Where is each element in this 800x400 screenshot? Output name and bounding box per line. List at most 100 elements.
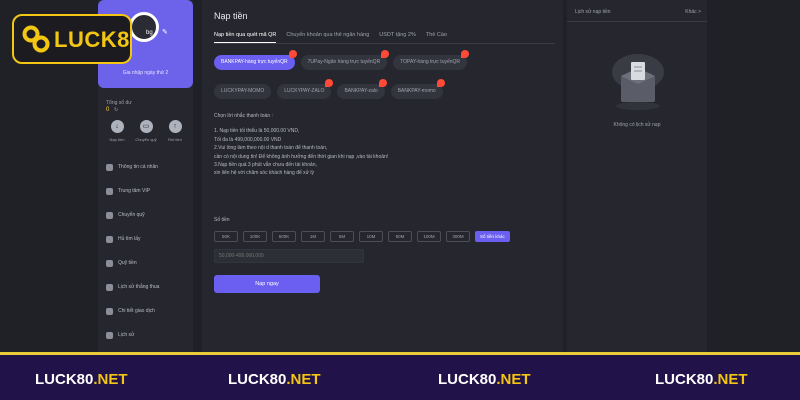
domain-tld: .NET <box>93 371 128 388</box>
refund-icon <box>106 235 113 243</box>
pay-methods-row-1: BANKPAY-hàng trực tuyếnQR 7UPay-Ngân hàn… <box>214 50 470 70</box>
menu-item-vip[interactable]: Trung tâm VIP <box>98 179 193 203</box>
note-line: xin liên hệ với chăm sóc khách hàng để x… <box>214 170 315 177</box>
tab-card[interactable]: Thẻ Cào <box>426 32 447 43</box>
history-header: Lịch sử nạp tiền Khác > <box>567 0 707 22</box>
menu-item-label: Lịch sử <box>118 332 135 338</box>
amount-other-button[interactable]: Số tiền khác <box>475 231 510 242</box>
balance-label: Tổng số dư <box>106 100 132 106</box>
note-line: cần có nội dung tin! Để không ảnh hưởng … <box>214 153 389 160</box>
menu-item-profile[interactable]: Thông tin cá nhân <box>98 155 193 179</box>
account-menu: Thông tin cá nhân Trung tâm VIP Chuyển q… <box>98 155 193 347</box>
note-line: 2.Vui lòng làm theo nội d thanh toán để … <box>214 145 328 152</box>
menu-item-label: Quỹ tiền <box>118 260 137 266</box>
hot-badge-icon <box>378 79 387 87</box>
amount-option[interactable]: 100M <box>417 231 441 242</box>
payment-notes: Chọn lời nhắc thanh toán : 1. Nạp tiền t… <box>214 112 388 178</box>
profile-join-days: Gia nhập ngày thứ 2 <box>122 70 169 76</box>
amount-option[interactable]: 50K <box>214 231 238 242</box>
edit-icon[interactable]: ✎ <box>162 28 168 36</box>
refresh-icon[interactable]: ↻ <box>114 107 118 113</box>
pay-method-button[interactable]: TOPAY-hàng trực tuyếnQR <box>393 50 470 70</box>
deposit-history-panel: Lịch sử nạp tiền Khác > Không có lịch sử… <box>567 0 707 352</box>
hot-badge-icon <box>325 79 334 87</box>
pay-method-button[interactable]: 7UPay-Ngân hàng trực tuyếnQR <box>300 50 390 70</box>
pay-method-label: BANKPAY-zalo <box>344 88 378 94</box>
history-empty-text: Không có lịch sử nạp <box>613 122 661 128</box>
hot-badge-icon <box>381 50 390 58</box>
pay-methods-row-2: LUCKYPAY-MOMO LUCKYPAY-ZALO BANKPAY-zalo… <box>214 79 445 99</box>
amount-option[interactable]: 50M <box>388 231 412 242</box>
hot-badge-icon <box>288 50 297 58</box>
balance-value: 0 <box>106 107 110 113</box>
tab-qr[interactable]: Nạp tiền qua quét mã QR <box>214 32 277 43</box>
domain-tld: .NET <box>286 371 321 388</box>
user-icon <box>106 163 113 171</box>
withdraw-icon: ↑ <box>168 120 182 133</box>
empty-box-icon <box>612 54 664 110</box>
notes-heading: Chọn lời nhắc thanh toán : <box>214 113 273 119</box>
menu-item-refund[interactable]: Hủ tìm lấy <box>98 227 193 251</box>
menu-item-label: Chuyển quỹ <box>118 212 145 218</box>
deposit-label: Nạp tiền <box>109 137 125 142</box>
amount-option[interactable]: 10M <box>359 231 383 242</box>
wallet-icon: ▭ <box>139 120 153 133</box>
history-more-link[interactable]: Khác > <box>685 9 701 15</box>
domain-brand: LUCK80 <box>228 371 287 388</box>
domain-label: LUCK80.NET <box>655 371 748 388</box>
amount-option[interactable]: 300M <box>446 231 470 242</box>
domain-label: LUCK80.NET <box>438 371 531 388</box>
domain-tld: .NET <box>713 371 748 388</box>
deposit-tabs: Nạp tiền qua quét mã QR Chuyển khoản qua… <box>214 32 457 43</box>
amount-label: Số tiền <box>214 217 230 223</box>
tab-bank-transfer[interactable]: Chuyển khoản qua thẻ ngân hàng <box>286 32 369 43</box>
tabs-divider <box>214 43 555 44</box>
pay-method-label: LUCKYPAY-MOMO <box>221 88 265 94</box>
note-line: 3.Nạp tiền quá 3 phút vẫn chưa đến tài k… <box>214 162 317 169</box>
history-title: Lịch sử nạp tiền <box>575 9 611 15</box>
deposit-now-button[interactable]: Nạp ngay <box>214 275 320 293</box>
wallet-actions: ↓ Nạp tiền ▭ Chuyển quỹ ↑ Rút tiền <box>104 120 188 142</box>
amount-input[interactable] <box>214 249 364 263</box>
menu-item-transactions[interactable]: Chi tiết giao dịch <box>98 299 193 323</box>
amount-option[interactable]: 500K <box>272 231 296 242</box>
deposit-panel: Nạp tiền Nạp tiền qua quét mã QR Chuyển … <box>202 0 563 352</box>
withdraw-button[interactable]: ↑ Rút tiền <box>162 120 188 142</box>
domain-brand: LUCK80 <box>35 371 94 388</box>
history-icon <box>106 283 113 291</box>
pay-method-button[interactable]: BANKPAY-hàng trực tuyếnQR <box>214 50 297 70</box>
menu-item-history[interactable]: Lịch sử <box>98 323 193 347</box>
menu-item-label: Thông tin cá nhân <box>118 164 159 170</box>
logo-text: LUCK8 <box>54 27 130 52</box>
vip-icon <box>106 187 113 195</box>
amount-option[interactable]: 1M <box>301 231 325 242</box>
deposit-icon: ↓ <box>110 120 124 133</box>
menu-item-fund[interactable]: Quỹ tiền <box>98 251 193 275</box>
pay-method-button[interactable]: LUCKYPAY-ZALO <box>277 79 334 99</box>
transfer-button[interactable]: ▭ Chuyển quỹ <box>133 120 159 142</box>
pay-method-button[interactable]: BANKPAY-zalo <box>337 79 387 99</box>
menu-item-transfer[interactable]: Chuyển quỹ <box>98 203 193 227</box>
profile-name: bg <box>146 30 153 36</box>
amount-option[interactable]: 100K <box>243 231 267 242</box>
pay-method-label: BANKPAY-hàng trực tuyếnQR <box>221 59 288 65</box>
pay-method-button[interactable]: BANKPAY-momo <box>390 79 445 99</box>
record-icon <box>106 331 113 339</box>
hot-badge-icon <box>436 79 445 87</box>
tab-usdt[interactable]: USDT tặng 2% <box>379 32 416 43</box>
note-line: Tối đa là 499,000,000.00 VND <box>214 136 282 143</box>
avatar[interactable] <box>129 12 159 42</box>
menu-item-win-loss-history[interactable]: Lịch sử thắng thua <box>98 275 193 299</box>
logo-knot-icon <box>22 25 50 53</box>
menu-item-label: Trung tâm VIP <box>118 188 151 194</box>
amount-option[interactable]: 5M <box>330 231 354 242</box>
domain-banner: LUCK80.NET LUCK80.NET LUCK80.NET LUCK80.… <box>0 352 800 400</box>
domain-label: LUCK80.NET <box>35 371 128 388</box>
transaction-icon <box>106 307 113 315</box>
deposit-button[interactable]: ↓ Nạp tiền <box>104 120 130 142</box>
menu-item-label: Lịch sử thắng thua <box>118 284 160 290</box>
withdraw-label: Rút tiền <box>168 137 182 142</box>
transfer-icon <box>106 211 113 219</box>
brand-logo[interactable]: LUCK8 <box>12 14 132 64</box>
pay-method-button[interactable]: LUCKYPAY-MOMO <box>214 84 272 99</box>
